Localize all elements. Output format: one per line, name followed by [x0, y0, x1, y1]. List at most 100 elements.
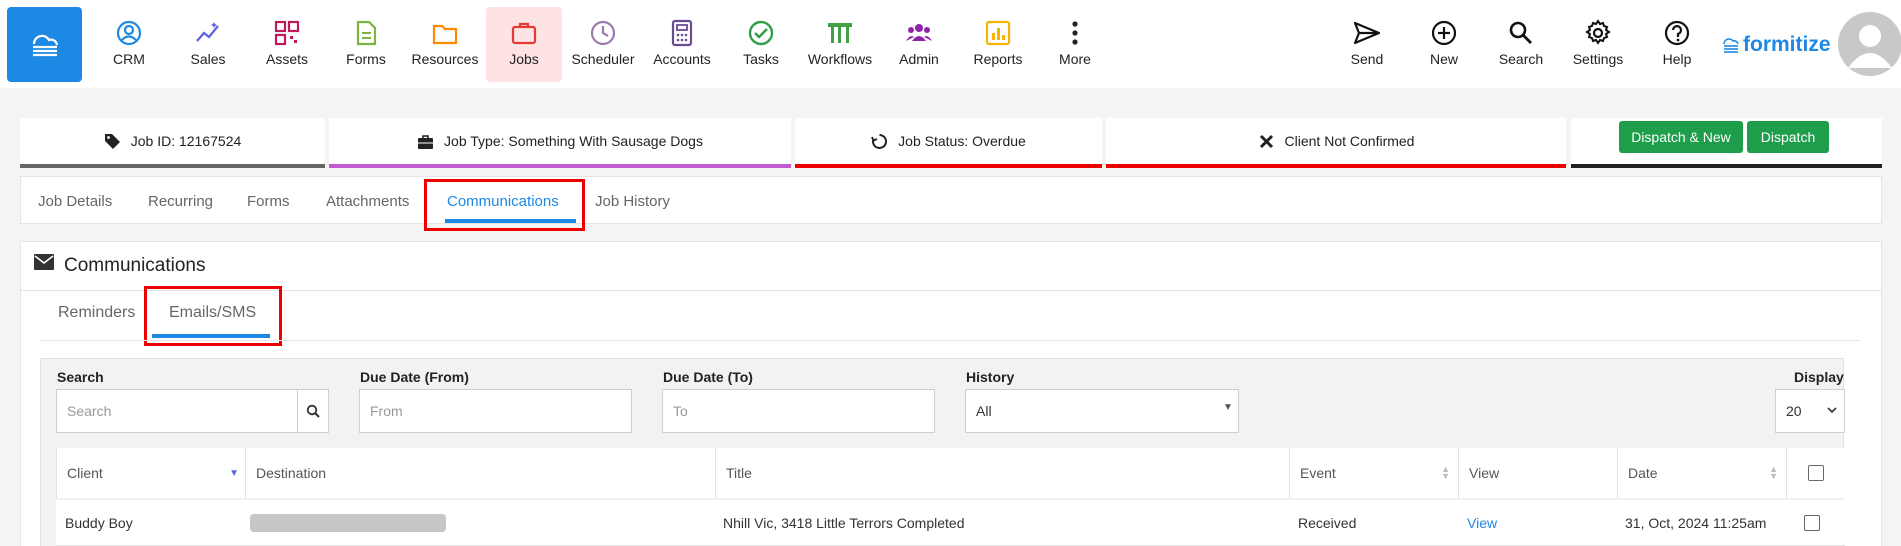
- dispatch-and-new-button[interactable]: Dispatch & New: [1619, 121, 1743, 153]
- subtab-reminders[interactable]: Reminders: [58, 304, 135, 322]
- nav-jobs[interactable]: Jobs: [486, 7, 562, 82]
- nav-new[interactable]: New: [1406, 7, 1482, 82]
- job-id-text: Job ID: 12167524: [130, 133, 242, 149]
- help-icon: [1664, 20, 1690, 46]
- nav-scheduler-label: Scheduler: [571, 51, 635, 67]
- cell-date: 31, Oct, 2024 11:25am: [1625, 515, 1767, 531]
- nav-jobs-label: Jobs: [509, 51, 539, 67]
- assets-icon: [274, 20, 300, 46]
- due-from-label: Due Date (From): [360, 369, 469, 385]
- sort-icon: ▲ ▼: [1441, 464, 1450, 481]
- job-id-box: Job ID: 12167524: [20, 118, 325, 168]
- jobs-icon: [511, 22, 537, 45]
- column-client[interactable]: Client ▼: [56, 448, 245, 498]
- nav-tasks-label: Tasks: [743, 51, 779, 67]
- crm-icon: [116, 20, 142, 46]
- tab-job-details[interactable]: Job Details: [38, 177, 112, 225]
- due-to-label: Due Date (To): [663, 369, 753, 385]
- panel-title: Communications: [64, 255, 206, 276]
- column-title-label: Title: [726, 465, 752, 481]
- redacted-destination: [250, 514, 446, 532]
- cell-select: [1804, 500, 1820, 546]
- nav-search[interactable]: Search: [1483, 7, 1559, 82]
- nav-sales[interactable]: Sales: [170, 7, 246, 82]
- briefcase-icon: [418, 134, 434, 149]
- nav-assets-label: Assets: [265, 51, 308, 67]
- nav-accounts[interactable]: Accounts: [644, 7, 720, 82]
- gear-icon: [1585, 19, 1611, 45]
- highlight-emails-sms-subtab: [144, 286, 282, 346]
- plus-circle-icon: [1431, 20, 1457, 46]
- sort-desc-icon: ▼: [229, 467, 239, 479]
- column-destination[interactable]: Destination: [245, 448, 715, 498]
- nav-send[interactable]: Send: [1329, 7, 1405, 82]
- cell-title: Nhill Vic, 3418 Little Terrors Completed: [723, 515, 965, 531]
- tab-job-history[interactable]: Job History: [595, 177, 670, 225]
- scheduler-icon: [590, 20, 616, 46]
- nav-forms[interactable]: Forms: [328, 7, 404, 82]
- job-type-box: Job Type: Something With Sausage Dogs: [329, 118, 791, 168]
- tasks-icon: [748, 20, 774, 46]
- column-event-label: Event: [1300, 465, 1336, 481]
- display-chevron-down-icon: [1827, 407, 1837, 414]
- dispatch-button[interactable]: Dispatch: [1747, 121, 1829, 153]
- tab-recurring[interactable]: Recurring: [148, 177, 213, 225]
- nav-more[interactable]: More: [1037, 7, 1113, 82]
- nav-resources[interactable]: Resources: [407, 7, 483, 82]
- top-navigation: CRM Sales Assets Forms Resources Jobs Sc…: [0, 0, 1901, 88]
- view-link[interactable]: View: [1467, 500, 1497, 546]
- more-icon: [1072, 21, 1078, 45]
- nav-crm[interactable]: CRM: [91, 7, 167, 82]
- search-submit-button[interactable]: [297, 389, 329, 433]
- column-view-label: View: [1469, 465, 1500, 481]
- nav-admin-label: Admin: [899, 51, 939, 67]
- column-date-label: Date: [1628, 465, 1658, 481]
- mail-icon: [34, 254, 54, 270]
- nav-tasks[interactable]: Tasks: [723, 7, 799, 82]
- brand-cloud-icon: [1723, 38, 1739, 53]
- due-to-input[interactable]: To: [662, 389, 935, 433]
- job-type-text: Job Type: Something With Sausage Dogs: [444, 133, 703, 149]
- avatar[interactable]: [1838, 12, 1901, 76]
- home-logo-button[interactable]: [7, 7, 82, 82]
- nav-search-label: Search: [1498, 51, 1544, 67]
- sort-icon: ▲ ▼: [1769, 464, 1778, 481]
- nav-workflows-label: Workflows: [807, 51, 873, 67]
- tab-forms[interactable]: Forms: [247, 177, 290, 225]
- nav-workflows[interactable]: Workflows: [802, 7, 878, 82]
- highlight-communications-tab: [424, 179, 585, 231]
- nav-sales-label: Sales: [190, 51, 226, 67]
- due-from-input[interactable]: From: [359, 389, 632, 433]
- history-select[interactable]: All: [965, 389, 1239, 433]
- nav-settings-label: Settings: [1572, 51, 1624, 67]
- history-select-value: All: [976, 403, 992, 419]
- row-checkbox[interactable]: [1804, 515, 1820, 531]
- admin-icon: [906, 24, 932, 41]
- nav-scheduler[interactable]: Scheduler: [565, 7, 641, 82]
- sales-icon: [196, 22, 219, 42]
- column-event[interactable]: Event ▲ ▼: [1289, 448, 1458, 498]
- nav-new-label: New: [1429, 51, 1458, 67]
- column-date[interactable]: Date ▲ ▼: [1617, 448, 1786, 498]
- column-title[interactable]: Title: [715, 448, 1289, 498]
- nav-settings[interactable]: Settings: [1560, 7, 1636, 82]
- history-dropdown-arrow-icon: ▼: [1223, 402, 1233, 413]
- brand-logo[interactable]: formitize: [1722, 33, 1831, 57]
- history-label: History: [966, 369, 1015, 385]
- nav-more-label: More: [1059, 51, 1091, 67]
- nav-reports[interactable]: Reports: [960, 7, 1036, 82]
- column-view: View: [1458, 448, 1617, 498]
- nav-resources-label: Resources: [411, 51, 479, 67]
- nav-help[interactable]: Help: [1639, 7, 1715, 82]
- select-all-checkbox[interactable]: [1808, 465, 1824, 481]
- nav-crm-label: CRM: [113, 51, 145, 67]
- search-icon: [306, 404, 320, 418]
- spinner-icon: [871, 133, 888, 149]
- nav-assets[interactable]: Assets: [249, 7, 325, 82]
- nav-forms-label: Forms: [346, 51, 386, 67]
- nav-admin[interactable]: Admin: [881, 7, 957, 82]
- subtabs-divider: [40, 340, 1860, 341]
- tab-attachments[interactable]: Attachments: [326, 177, 409, 225]
- search-input[interactable]: Search: [56, 389, 298, 433]
- cell-event: Received: [1298, 515, 1357, 531]
